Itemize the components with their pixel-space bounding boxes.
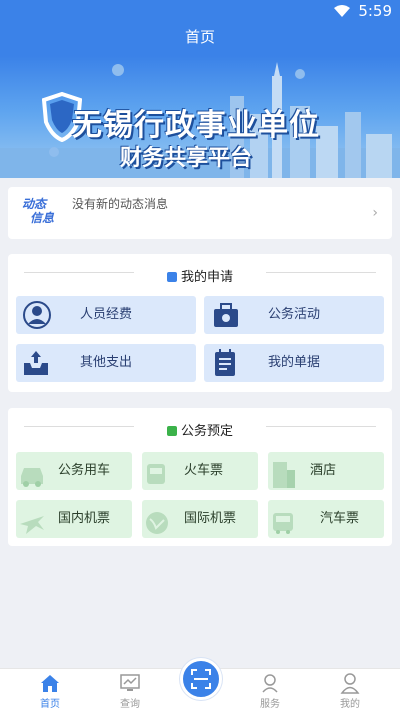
tile-label: 我的单据 xyxy=(268,355,321,370)
document-icon xyxy=(215,349,235,376)
globe-icon xyxy=(146,512,168,534)
nav-label: 首页 xyxy=(40,699,60,710)
status-bar: 5:59 xyxy=(0,0,400,22)
calendar-icon xyxy=(166,272,177,282)
chart-monitor-icon xyxy=(120,674,140,691)
nav-label: 查询 xyxy=(120,699,140,710)
bag-icon xyxy=(166,426,177,436)
tile-label: 火车票 xyxy=(184,463,224,478)
car-icon xyxy=(21,468,43,487)
personnel-expense-tile[interactable]: 人员经费 xyxy=(16,296,196,334)
official-activity-tile[interactable]: 公务活动 xyxy=(204,296,384,334)
international-flight-tile[interactable]: 国际机票 xyxy=(142,500,258,538)
nav-mine[interactable]: 我的 xyxy=(320,669,380,711)
domestic-flight-tile[interactable]: 国内机票 xyxy=(16,500,132,538)
my-documents-tile[interactable]: 我的单据 xyxy=(204,344,384,382)
briefcase-icon xyxy=(214,303,238,327)
news-logo-line1: 动态 xyxy=(22,197,47,211)
scan-icon xyxy=(191,669,211,689)
other-expense-tile[interactable]: 其他支出 xyxy=(16,344,196,382)
section-title-text: 公务预定 xyxy=(180,424,233,439)
nav-label: 我的 xyxy=(340,699,360,710)
nav-service[interactable]: 服务 xyxy=(240,669,300,711)
nav-label: 服务 xyxy=(260,699,280,710)
scan-button[interactable] xyxy=(180,658,222,700)
app-header: 5:59 首页 xyxy=(0,0,400,56)
airplane-icon xyxy=(20,516,44,534)
notice-message: 没有新的动态消息 xyxy=(72,197,169,211)
nav-home[interactable]: 首页 xyxy=(20,669,80,711)
news-logo-line2: 信息 xyxy=(30,211,55,225)
banner-title: 无锡行政事业单位 xyxy=(72,108,320,143)
inbox-upload-icon xyxy=(24,351,48,375)
section-title: 公务预定 xyxy=(8,420,392,439)
person-icon xyxy=(23,301,51,329)
banner-subtitle: 财务共享平台 xyxy=(120,146,253,171)
home-icon xyxy=(41,675,59,692)
page-title: 首页 xyxy=(184,28,215,46)
tile-label: 汽车票 xyxy=(320,511,360,526)
tile-label: 国际机票 xyxy=(184,511,237,526)
bus-icon xyxy=(273,513,293,534)
headset-icon xyxy=(262,674,278,693)
tile-label: 国内机票 xyxy=(58,511,111,526)
notice-bar[interactable]: 动态 信息 没有新的动态消息 › xyxy=(8,187,392,239)
official-car-tile[interactable]: 公务用车 xyxy=(16,452,132,490)
official-booking-card: 公务预定 公务用车 火车票 酒店 国内机票 国际机票 汽车票 xyxy=(8,408,392,546)
user-icon xyxy=(340,673,360,694)
my-application-card: 我的申请 人员经费 公务活动 其他支出 我的单据 xyxy=(8,254,392,392)
tile-label: 公务活动 xyxy=(268,307,321,322)
train-icon xyxy=(147,464,165,484)
status-time: 5:59 xyxy=(358,2,392,20)
banner[interactable]: 无锡行政事业单位 财务共享平台 xyxy=(0,56,400,178)
wifi-icon xyxy=(334,5,351,17)
train-ticket-tile[interactable]: 火车票 xyxy=(142,452,258,490)
building-icon xyxy=(273,462,295,488)
tile-label: 公务用车 xyxy=(58,463,111,478)
nav-query[interactable]: 查询 xyxy=(100,669,160,711)
section-title: 我的申请 xyxy=(8,266,392,285)
tile-label: 人员经费 xyxy=(80,307,133,322)
chevron-right-icon: › xyxy=(372,205,378,221)
section-title-text: 我的申请 xyxy=(180,270,233,285)
tile-label: 酒店 xyxy=(310,463,337,478)
hotel-tile[interactable]: 酒店 xyxy=(268,452,384,490)
news-logo: 动态 信息 xyxy=(22,197,60,229)
tile-label: 其他支出 xyxy=(80,355,133,370)
bus-ticket-tile[interactable]: 汽车票 xyxy=(268,500,384,538)
